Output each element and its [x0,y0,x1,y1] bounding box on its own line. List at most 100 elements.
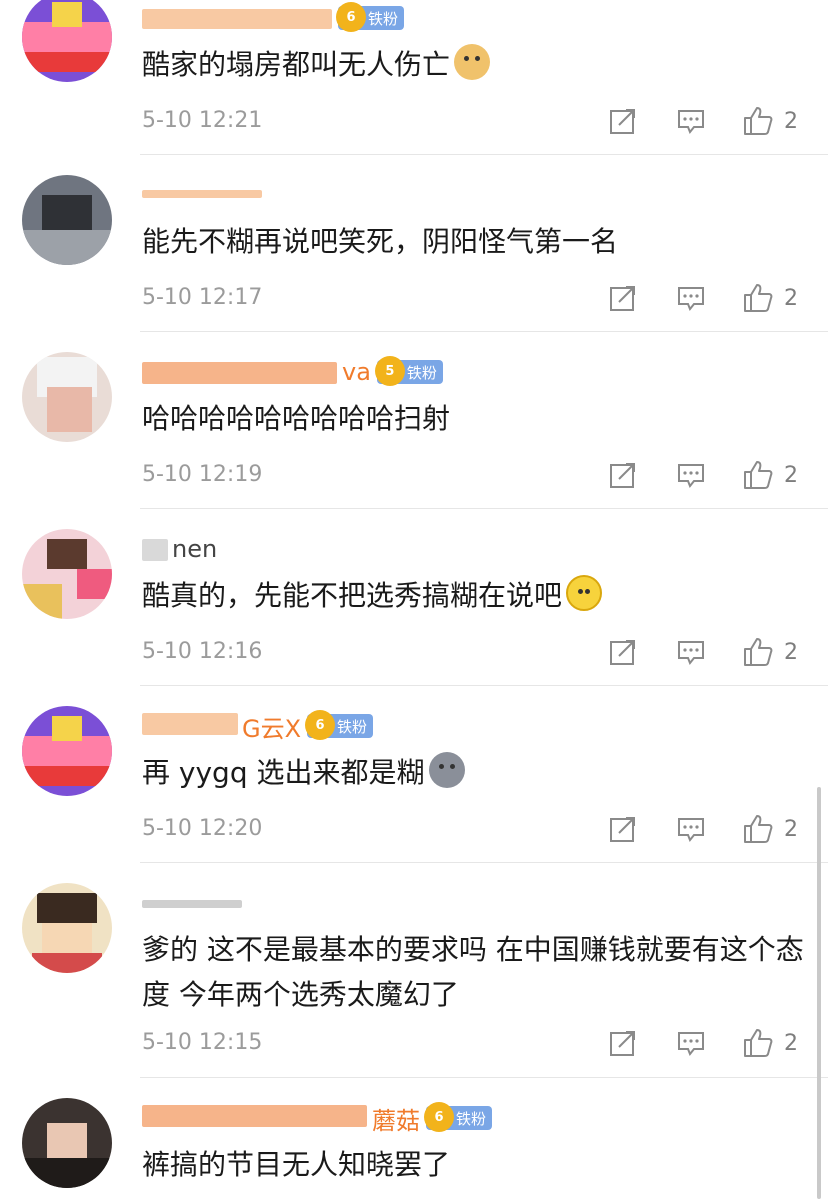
timestamp: 5-10 12:20 [142,816,263,841]
username[interactable]: 蘑菇 [142,1101,420,1136]
crown-icon: 6 [305,710,336,740]
username-row: G云X 6 铁粉 [142,709,374,744]
avatar[interactable] [22,175,112,265]
share-icon [610,109,635,134]
comment-icon [678,1032,704,1056]
avatar[interactable] [22,706,112,796]
comment-text: 酷真的，先能不把选秀搞糊在说吧 [142,573,812,618]
comment-item: va 5 铁粉 哈哈哈哈哈哈哈哈哈扫射 5-10 12:19 2 [0,332,828,509]
share-button[interactable] [608,106,638,136]
share-icon [610,1031,635,1056]
comment-meta: 5-10 12:20 2 [142,814,812,844]
username-row [142,888,242,918]
like-count: 2 [784,285,798,311]
timestamp: 5-10 12:15 [142,1030,263,1055]
share-button[interactable] [608,460,638,490]
username[interactable] [142,890,242,916]
comment-text: 裤搞的节目无人知晓罢了 [142,1148,451,1181]
comment-text: 再 yygq 选出来都是糊 [142,750,812,795]
like-button[interactable]: 2 [742,283,798,313]
timestamp: 5-10 12:21 [142,108,263,133]
avatar[interactable] [22,352,112,442]
username-row [142,180,262,210]
like-count: 2 [784,816,798,842]
like-icon [744,107,773,135]
comment-text: 能先不糊再说吧笑死，阴阳怪气第一名 [142,225,619,258]
username-row: nen [142,534,217,564]
reply-button[interactable] [676,1028,706,1058]
username-row: 蘑菇 6 铁粉 [142,1101,493,1136]
timestamp: 5-10 12:17 [142,285,263,310]
username[interactable] [142,182,262,208]
username[interactable] [142,5,332,31]
like-icon [744,284,773,312]
comment-meta: 5-10 12:16 2 [142,637,812,667]
fan-badge: 6 铁粉 [424,1102,493,1132]
husky-emoji [428,752,465,788]
share-icon [610,286,635,311]
username[interactable]: G云X [142,709,301,744]
comment-icon [678,641,704,665]
reply-button[interactable] [676,106,706,136]
like-button[interactable]: 2 [742,814,798,844]
fan-badge: 6 铁粉 [336,2,405,32]
comment-text: 哈哈哈哈哈哈哈哈哈扫射 [142,402,451,435]
like-count: 2 [784,462,798,488]
like-count: 2 [784,639,798,665]
reply-button[interactable] [676,814,706,844]
comment-meta: 5-10 12:15 2 [142,1028,812,1058]
like-icon [744,638,773,666]
comment-icon [678,287,704,311]
crown-icon: 6 [336,2,366,32]
fan-badge: 6 铁粉 [305,710,374,740]
scrollbar[interactable] [817,787,821,1199]
avatar[interactable] [22,883,112,973]
like-icon [744,461,773,489]
timestamp: 5-10 12:16 [142,639,263,664]
reply-button[interactable] [676,460,706,490]
comment-text: 酷家的塌房都叫无人伤亡 [142,42,812,87]
reply-button[interactable] [676,637,706,667]
share-icon [610,817,635,842]
crown-icon: 5 [374,356,405,386]
comment-meta: 5-10 12:17 2 [142,283,812,313]
comment-item: 蘑菇 6 铁粉 裤搞的节目无人知晓罢了 [0,1078,828,1199]
share-icon [610,640,635,665]
fan-badge: 5 铁粉 [374,356,443,386]
like-count: 2 [784,108,798,134]
comment-meta: 5-10 12:19 2 [142,460,812,490]
share-button[interactable] [608,1028,638,1058]
avatar[interactable] [22,1098,112,1188]
comment-item: 爹的 这不是最基本的要求吗 在中国赚钱就要有这个态度 今年两个选秀太魔幻了 5-… [0,863,828,1078]
comment-item: nen 酷真的，先能不把选秀搞糊在说吧 5-10 12:16 2 [0,509,828,686]
like-button[interactable]: 2 [742,637,798,667]
like-count: 2 [784,1030,798,1056]
doge-emoji [454,44,491,80]
avatar[interactable] [22,0,112,82]
comment-text: 爹的 这不是最基本的要求吗 在中国赚钱就要有这个态度 今年两个选秀太魔幻了 [142,933,804,1011]
comment-meta: 5-10 12:21 2 [142,106,812,136]
username[interactable]: va [142,358,371,386]
username[interactable]: nen [142,535,217,563]
username-row: 6 铁粉 [142,2,405,33]
crown-icon: 6 [424,1102,454,1132]
share-button[interactable] [608,637,638,667]
share-icon [610,463,635,488]
like-button[interactable]: 2 [742,106,798,136]
share-button[interactable] [608,814,638,844]
avatar[interactable] [22,529,112,619]
like-button[interactable]: 2 [742,460,798,490]
share-button[interactable] [608,283,638,313]
smile-emoji [566,575,603,611]
reply-button[interactable] [676,283,706,313]
comment-item: G云X 6 铁粉 再 yygq 选出来都是糊 5-10 12:20 2 [0,686,828,863]
like-icon [744,1029,773,1057]
like-button[interactable]: 2 [742,1028,798,1058]
comment-icon [678,818,704,842]
comment-item: 能先不糊再说吧笑死，阴阳怪气第一名 5-10 12:17 2 [0,155,828,332]
comment-item: 6 铁粉 酷家的塌房都叫无人伤亡 5-10 12:21 2 [0,0,828,155]
comment-icon [678,110,704,134]
like-icon [744,815,773,843]
timestamp: 5-10 12:19 [142,462,263,487]
comment-icon [678,464,704,488]
